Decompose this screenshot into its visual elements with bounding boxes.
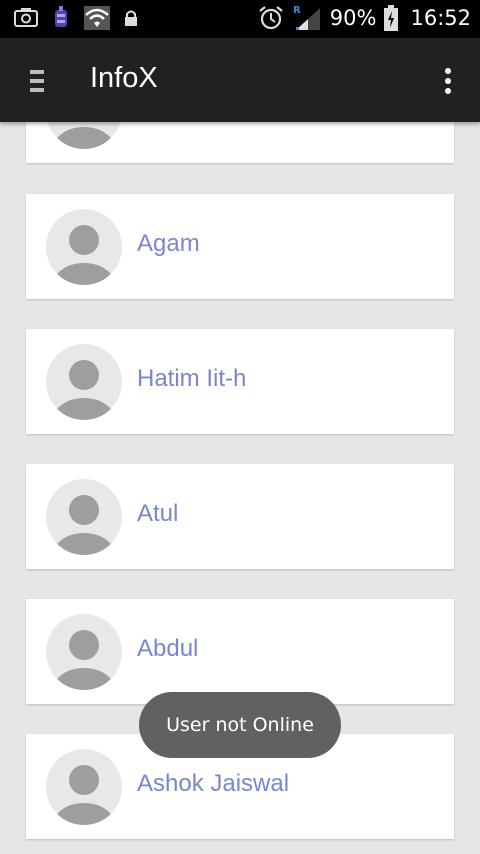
clock-time: 16:52 <box>410 6 471 30</box>
contact-card[interactable]: Agam <box>26 194 454 299</box>
lock-icon <box>125 10 137 26</box>
contact-name: Hatim Iit-h <box>137 365 247 392</box>
alarm-icon <box>259 6 283 30</box>
contact-name: Atul <box>137 500 179 527</box>
contact-card[interactable]: Abdul <box>26 599 454 704</box>
wifi-icon <box>84 6 110 30</box>
signal-icon: R <box>293 5 320 30</box>
avatar-icon <box>47 122 121 149</box>
app-bar: InfoX <box>0 38 480 122</box>
contact-card[interactable] <box>26 122 454 163</box>
hamburger-icon[interactable] <box>22 66 54 96</box>
avatar-icon <box>46 344 122 420</box>
contact-name: Ashok Jaiswal <box>137 770 290 797</box>
battery-percent: 90% <box>329 6 377 30</box>
avatar-icon <box>46 749 122 825</box>
status-bar-right: R 90% 16:52 <box>258 4 471 32</box>
app-icon <box>55 6 67 27</box>
avatar-icon <box>46 614 122 690</box>
roaming-indicator: R <box>293 5 301 16</box>
screenshot-icon <box>14 8 38 27</box>
toast-message: User not Online <box>139 692 341 758</box>
contact-card[interactable]: Hatim Iit-h <box>26 329 454 434</box>
avatar-icon <box>46 479 122 555</box>
app-title: InfoX <box>90 62 158 94</box>
status-bar-left <box>14 6 138 30</box>
battery-icon <box>384 5 399 31</box>
status-bar: R 90% 16:52 <box>0 0 480 38</box>
contact-card[interactable]: Atul <box>26 464 454 569</box>
contact-name: Agam <box>137 230 200 257</box>
contact-name: Abdul <box>137 635 199 662</box>
avatar-icon <box>46 209 122 285</box>
more-vert-icon[interactable] <box>442 66 454 96</box>
